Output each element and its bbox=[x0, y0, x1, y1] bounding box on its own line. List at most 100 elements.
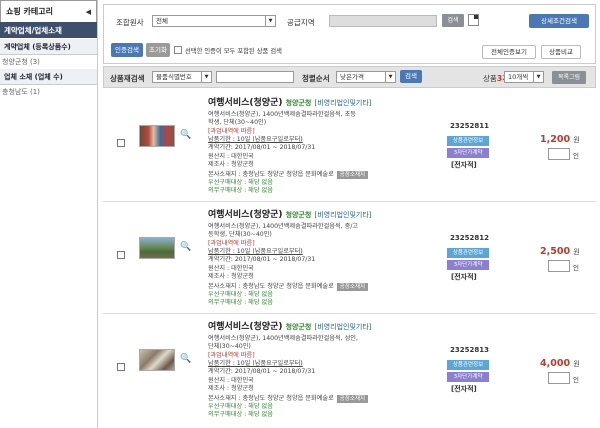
org-label: 조합원사 bbox=[116, 18, 144, 27]
quantity-input[interactable] bbox=[548, 260, 570, 272]
label: [비영리법인및기타] bbox=[314, 323, 372, 331]
quantity-input[interactable] bbox=[548, 148, 570, 160]
period: 계약기간: 2017/08/01 ~ 2018/07/31 bbox=[208, 144, 316, 151]
contract-button[interactable]: 3자단가계약 bbox=[447, 260, 489, 270]
price-unit: 원 bbox=[573, 360, 580, 368]
collapse-arrow-icon[interactable]: ◀ bbox=[86, 8, 91, 16]
factory-tag[interactable]: 공장소재지 bbox=[336, 395, 369, 403]
desc-line: 등학생, 단체(30~40인) bbox=[208, 231, 272, 238]
factory-tag[interactable]: 공장소재지 bbox=[336, 171, 369, 179]
compare-button[interactable]: 상품비교 bbox=[541, 45, 581, 59]
per-page-select[interactable]: 10개씩 ▼ bbox=[504, 71, 544, 83]
sort-select[interactable]: 낮은가격 ▼ bbox=[336, 71, 396, 83]
maker: 제조사 : 청양군청 bbox=[208, 161, 254, 168]
product-row: 🔍 여행서비스(청양군) 청양군청 [비영리법인및기타] 여행서비스(청양군),… bbox=[103, 92, 596, 202]
contract-button[interactable]: 3자단가계약 bbox=[447, 372, 489, 382]
sort-label: 정렬순서 bbox=[302, 74, 330, 83]
period: 계약기간: 2017/08/01 ~ 2018/07/31 bbox=[208, 256, 316, 263]
product-title[interactable]: 여행서비스(청양군) 청양군청 [비영리법인및기타] bbox=[208, 95, 372, 108]
product-code: 23252811 bbox=[450, 122, 489, 130]
price-unit: 원 bbox=[573, 136, 580, 144]
product-info-button[interactable]: 상품관련정보 bbox=[447, 248, 489, 258]
chevron-down-icon: ▼ bbox=[201, 72, 211, 82]
region-search-button[interactable]: 검색 bbox=[442, 14, 464, 27]
product-info-button[interactable]: 상품관련정보 bbox=[447, 360, 489, 370]
region-label: 공급지역 bbox=[287, 18, 315, 27]
product-title[interactable]: 여행서비스(청양군) 청양군청 [비영리법인및기타] bbox=[208, 319, 372, 332]
pref2: 의무구매대상 : 해당 없음 bbox=[208, 299, 273, 306]
chevron-down-icon: ▼ bbox=[265, 16, 275, 26]
org-select-value: 전체 bbox=[156, 17, 168, 25]
product-code: 23252812 bbox=[450, 234, 489, 242]
sidebar-sub-location[interactable]: 업체 소재 (업체 수) bbox=[0, 69, 97, 85]
title-text: 여행서비스(청양군) bbox=[208, 210, 283, 220]
doc-type: [전자적] bbox=[451, 273, 477, 281]
sidebar-sub-contractor[interactable]: 계약업체 (등록상품수) bbox=[0, 39, 97, 55]
sidebar-title: 쇼핑 카테고리 bbox=[6, 7, 53, 16]
price-value: 2,500 bbox=[540, 246, 571, 257]
qty-unit: 인 bbox=[573, 264, 579, 272]
sidebar-item-contractor[interactable]: 청양군청 (3) bbox=[0, 55, 97, 69]
row-checkbox[interactable] bbox=[117, 251, 125, 259]
product-info-button[interactable]: 상품관련정보 bbox=[447, 136, 489, 146]
price: 2,500 원 bbox=[540, 246, 580, 257]
qty-unit: 인 bbox=[573, 376, 579, 384]
category: 청양군청 bbox=[285, 323, 312, 331]
filter-bar: 상품재검색 물품식별번호 ▼ 정렬순서 낮은가격 ▼ 검색 상품3개 10개씩 … bbox=[103, 66, 596, 88]
maker: 제조사 : 청양군청 bbox=[208, 273, 254, 280]
quantity-input[interactable] bbox=[548, 372, 570, 384]
pref2: 의무구매대상 : 해당 없음 bbox=[208, 411, 273, 418]
sort-select-value: 낮은가격 bbox=[340, 73, 364, 81]
row-checkbox[interactable] bbox=[117, 363, 125, 371]
chevron-down-icon: ▼ bbox=[533, 72, 543, 82]
count-label: 상품 bbox=[483, 74, 497, 83]
sort-search-button[interactable]: 검색 bbox=[400, 70, 422, 83]
period: 계약기간: 2017/08/01 ~ 2018/07/31 bbox=[208, 368, 316, 375]
magnifier-icon[interactable]: 🔍 bbox=[180, 130, 191, 140]
title-text: 여행서비스(청양군) bbox=[208, 322, 283, 332]
per-page-value: 10개씩 bbox=[508, 73, 529, 81]
sidebar: 쇼핑 카테고리 ◀ 계약업체/업체소재 계약업체 (등록상품수) 청양군청 (3… bbox=[0, 0, 98, 428]
reset-button[interactable]: 초기화 bbox=[146, 43, 170, 57]
detail-search-button[interactable]: 상세조건검색 bbox=[529, 14, 589, 28]
desc-line: 학생, 단체(30~40인) bbox=[208, 119, 267, 126]
category: 청양군청 bbox=[285, 99, 312, 107]
research-select[interactable]: 물품식별번호 ▼ bbox=[152, 71, 212, 83]
all-cert-view-button[interactable]: 전체인증보기 bbox=[482, 45, 536, 59]
cert-search-button[interactable]: 인증검색 bbox=[111, 43, 143, 57]
all-cert-label: 선택한 인증이 모두 포함된 상품 검색 bbox=[185, 48, 282, 55]
product-thumbnail[interactable] bbox=[139, 237, 175, 259]
category: 청양군청 bbox=[285, 211, 312, 219]
research-input[interactable] bbox=[216, 71, 294, 83]
magnifier-icon[interactable]: 🔍 bbox=[180, 242, 191, 252]
list-view-button[interactable]: 목록그림 bbox=[552, 71, 586, 84]
magnifier-icon[interactable]: 🔍 bbox=[180, 354, 191, 364]
row-checkbox[interactable] bbox=[117, 139, 125, 147]
all-cert-checkbox[interactable] bbox=[174, 46, 182, 54]
label: [비영리법인및기타] bbox=[314, 211, 372, 219]
factory-tag[interactable]: 공장소재지 bbox=[336, 283, 369, 291]
product-title[interactable]: 여행서비스(청양군) 청양군청 [비영리법인및기타] bbox=[208, 207, 372, 220]
search-panel: 조합원사 전체 ▼ 공급지역 검색 상세조건검색 인증검색 초기화 선택한 인증… bbox=[103, 4, 596, 64]
doc-type: [전자적] bbox=[451, 161, 477, 169]
sidebar-section-title: 계약업체/업체소재 bbox=[0, 22, 97, 39]
price-value: 1,200 bbox=[540, 134, 571, 145]
price: 4,000 원 bbox=[540, 358, 580, 369]
main-content: 조합원사 전체 ▼ 공급지역 검색 상세조건검색 인증검색 초기화 선택한 인증… bbox=[103, 0, 596, 428]
sidebar-item-location[interactable]: 충청남도 (1) bbox=[0, 85, 97, 99]
region-input[interactable] bbox=[329, 15, 437, 27]
chevron-down-icon: ▼ bbox=[385, 72, 395, 82]
org-select[interactable]: 전체 ▼ bbox=[152, 15, 276, 27]
label: [비영리법인및기타] bbox=[314, 99, 372, 107]
product-thumbnail[interactable] bbox=[139, 349, 175, 371]
research-select-value: 물품식별번호 bbox=[156, 73, 192, 81]
sidebar-header[interactable]: 쇼핑 카테고리 ◀ bbox=[0, 0, 97, 22]
contract-button[interactable]: 3자단가계약 bbox=[447, 148, 489, 158]
price-unit: 원 bbox=[573, 248, 580, 256]
research-label: 상품재검색 bbox=[110, 74, 145, 83]
maker: 제조사 : 청양군청 bbox=[208, 385, 254, 392]
product-thumbnail[interactable] bbox=[139, 125, 175, 147]
document-icon[interactable] bbox=[468, 14, 479, 26]
price: 1,200 원 bbox=[540, 134, 580, 145]
price-value: 4,000 bbox=[540, 358, 571, 369]
